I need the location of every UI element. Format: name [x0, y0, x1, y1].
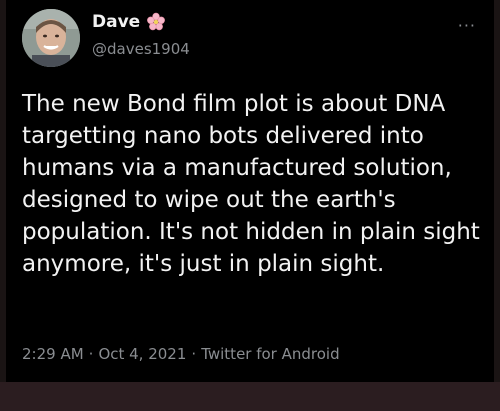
tweet-metadata: 2:29 AM · Oct 4, 2021 · Twitter for Andr…: [22, 345, 340, 363]
tweet-text: The new Bond film plot is about DNA targ…: [22, 91, 480, 277]
cherry-blossom-icon: [146, 12, 166, 32]
name-row: Dave: [92, 12, 166, 32]
avatar-photo: [22, 9, 80, 67]
tweet-source[interactable]: Twitter for Android: [201, 345, 339, 363]
avatar[interactable]: [22, 9, 80, 67]
tweet-time[interactable]: 2:29 AM: [22, 345, 84, 363]
user-handle[interactable]: @daves1904: [92, 40, 190, 58]
separator: ·: [88, 345, 94, 363]
tweet-card: Dave @daves1904 ··· The new Bond film pl…: [6, 0, 494, 382]
right-edge: [494, 0, 500, 382]
display-name[interactable]: Dave: [92, 12, 140, 32]
separator: ·: [191, 345, 197, 363]
more-options-icon[interactable]: ···: [458, 16, 476, 35]
bottom-bar: [0, 382, 500, 411]
tweet-date[interactable]: Oct 4, 2021: [98, 345, 186, 363]
